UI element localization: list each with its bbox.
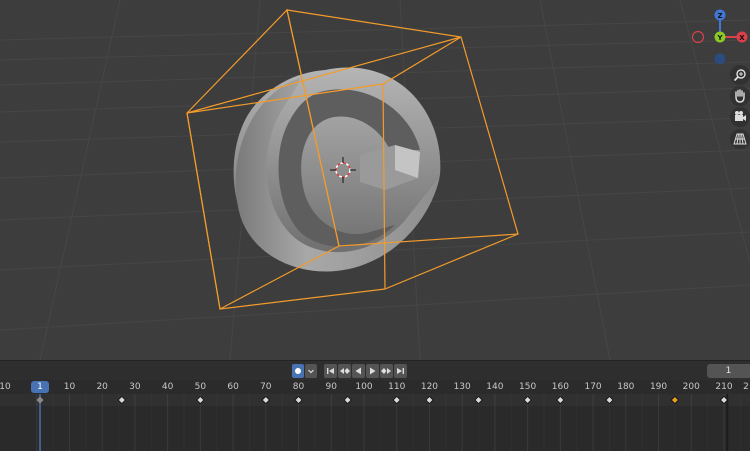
play-reverse-icon	[355, 367, 361, 375]
ruler-tick-label: 20	[96, 382, 108, 392]
ruler-tick-label: 10	[63, 382, 76, 392]
svg-text:Y: Y	[716, 34, 723, 42]
auto-keying-record-button[interactable]	[292, 364, 304, 378]
play-reverse-button[interactable]	[352, 364, 365, 378]
frame-ruler[interactable]: 10 10 20 30 40 50 60 70 80 90 100 110 120 130 140 150 16…	[0, 380, 750, 394]
svg-text:Z: Z	[717, 12, 722, 20]
play-icon	[370, 367, 376, 375]
ruler-tick-label: 40	[161, 382, 174, 392]
ruler-tick-label: 100	[355, 382, 373, 392]
hand-pan-icon[interactable]	[730, 86, 750, 106]
camera-icon[interactable]	[730, 107, 750, 127]
next-keyframe-icon	[381, 368, 391, 374]
3d-viewport[interactable]: Z Y X	[0, 0, 750, 360]
jump-to-start-button[interactable]	[324, 364, 337, 378]
timeline-header: 1	[0, 360, 750, 381]
ruler-tick-label: 110	[388, 382, 406, 392]
ruler-tick-label: 150	[519, 382, 537, 392]
ruler-tick-label: 10	[0, 382, 11, 392]
viewport-scene	[0, 0, 750, 360]
ruler-tick-label: 170	[584, 382, 602, 392]
jump-to-previous-keyframe-button[interactable]	[338, 364, 351, 378]
ruler-tick-label: 30	[129, 382, 141, 392]
axis-navigation-gizmo[interactable]: Z Y X	[690, 6, 750, 66]
ruler-tick-label: 190	[649, 382, 668, 392]
previous-keyframe-icon	[340, 368, 350, 374]
jump-start-icon	[327, 368, 334, 374]
ruler-tick-label: 180	[617, 382, 635, 392]
ruler-tick-label: 50	[194, 382, 207, 392]
ruler-tick-label: 140	[486, 382, 504, 392]
ruler-tick-label: 200	[682, 382, 700, 392]
keyframe-track-area[interactable]	[0, 394, 750, 451]
perspective-grid-icon[interactable]	[730, 129, 750, 149]
jump-end-icon	[397, 368, 404, 374]
ruler-tick-label: 130	[453, 382, 471, 392]
timeline-editor[interactable]: 1 10 10 20 30 40 50 60 70 80 90 100 110 120 130 140 150…	[0, 360, 750, 451]
ruler-tick-label: 2	[743, 382, 749, 392]
svg-text:X: X	[739, 34, 745, 42]
ruler-tick-label: 160	[551, 382, 569, 392]
current-frame-field[interactable]: 1	[707, 364, 750, 378]
ruler-tick-label: 60	[227, 382, 239, 392]
play-button[interactable]	[366, 364, 379, 378]
negative-z-axis-handle	[714, 53, 726, 65]
ruler-tick-label: 70	[260, 382, 272, 392]
ruler-tick-label: 90	[325, 382, 337, 392]
jump-to-end-button[interactable]	[394, 364, 407, 378]
negative-x-axis-handle	[691, 30, 705, 44]
zoom-icon[interactable]	[730, 65, 750, 85]
current-frame-indicator[interactable]: 1	[31, 381, 49, 393]
ruler-tick-label: 120	[420, 382, 439, 392]
ruler-tick-label: 80	[292, 382, 305, 392]
summary-channel-row	[0, 394, 750, 406]
chevron-down-icon	[308, 369, 314, 374]
jump-to-next-keyframe-button[interactable]	[380, 364, 393, 378]
keying-options-dropdown[interactable]	[305, 364, 317, 378]
ruler-tick-label: 210	[715, 382, 733, 392]
